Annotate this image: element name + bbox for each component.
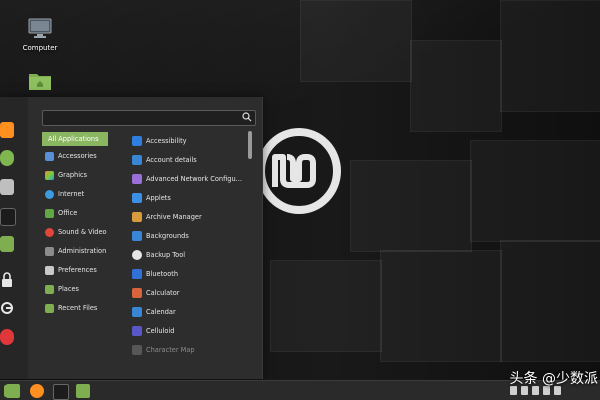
app-label: Backgrounds	[146, 231, 189, 240]
category-label: Internet	[58, 190, 85, 198]
app-account-details[interactable]: Account details	[132, 152, 244, 167]
app-label: Advanced Network Configu...	[146, 174, 242, 183]
app-label: Bluetooth	[146, 269, 179, 278]
app-applets[interactable]: Applets	[132, 190, 244, 205]
desktop-icon-computer[interactable]: Computer	[10, 18, 70, 52]
app-celluloid[interactable]: Celluloid	[132, 323, 244, 338]
category-all-applications[interactable]: All Applications	[42, 132, 108, 146]
software-manager-icon[interactable]	[0, 150, 14, 166]
app-label: Account details	[146, 155, 197, 164]
home-folder-icon	[29, 74, 51, 90]
backgrounds-icon	[132, 230, 142, 241]
category-accessories[interactable]: Accessories	[42, 149, 108, 163]
category-label: Accessories	[58, 152, 97, 160]
category-label: Places	[58, 285, 79, 293]
app-accessibility[interactable]: Accessibility	[132, 133, 244, 148]
lock-icon[interactable]	[0, 272, 14, 288]
sound-video-icon	[45, 227, 54, 237]
category-preferences[interactable]: Preferences	[42, 263, 108, 277]
office-icon	[45, 208, 54, 218]
category-places[interactable]: Places	[42, 282, 108, 296]
app-bluetooth[interactable]: Bluetooth	[132, 266, 244, 281]
category-internet[interactable]: Internet	[42, 187, 108, 201]
places-icon	[45, 284, 54, 294]
watermark: 头条 @少数派	[509, 371, 598, 387]
app-backup-tool[interactable]: Backup Tool	[132, 247, 244, 262]
category-sound-video[interactable]: Sound & Video	[42, 225, 108, 239]
folder-icon[interactable]	[76, 384, 90, 398]
app-label: Accessibility	[146, 136, 187, 145]
archive-manager-icon	[132, 211, 142, 222]
category-label: Administration	[58, 247, 107, 255]
recent-files-icon	[45, 303, 54, 313]
apps-scrollbar[interactable]	[248, 131, 252, 159]
settings-icon[interactable]	[0, 179, 14, 195]
favorites-bar	[0, 97, 28, 379]
power-icon[interactable]	[0, 329, 14, 345]
category-office[interactable]: Office	[42, 206, 108, 220]
internet-icon	[45, 189, 54, 199]
terminal-icon[interactable]	[0, 208, 16, 226]
app-backgrounds[interactable]: Backgrounds	[132, 228, 244, 243]
bluetooth-icon	[132, 268, 142, 279]
desktop-icon-label: Computer	[22, 44, 58, 52]
accessories-icon	[45, 151, 54, 161]
app-label: Archive Manager	[146, 212, 202, 221]
celluloid-icon	[132, 325, 142, 336]
app-label: Character Map	[146, 345, 195, 354]
app-archive-manager[interactable]: Archive Manager	[132, 209, 244, 224]
application-menu: All Applications Accessories Graphics In…	[0, 97, 263, 379]
linux-mint-logo	[257, 128, 341, 214]
search-box[interactable]	[42, 110, 256, 131]
category-recent-files[interactable]: Recent Files	[42, 301, 108, 315]
files-icon[interactable]	[6, 384, 20, 398]
category-label: Office	[58, 209, 78, 217]
account-details-icon	[132, 154, 142, 165]
firefox-icon[interactable]	[30, 384, 44, 398]
preferences-icon	[45, 265, 54, 275]
category-label: All Applications	[48, 135, 99, 143]
firefox-icon[interactable]	[0, 122, 14, 138]
search-icon	[242, 112, 252, 122]
computer-icon	[28, 18, 52, 38]
character-map-icon	[132, 344, 142, 355]
app-character-map[interactable]: Character Map	[132, 342, 244, 357]
network-icon	[132, 173, 142, 184]
calculator-icon	[132, 287, 142, 298]
backup-tool-icon	[132, 249, 142, 260]
app-label: Backup Tool	[146, 250, 186, 259]
accessibility-icon	[132, 135, 142, 146]
category-graphics[interactable]: Graphics	[42, 168, 108, 182]
app-label: Applets	[146, 193, 171, 202]
files-icon[interactable]	[0, 236, 14, 252]
app-label: Celluloid	[146, 326, 175, 335]
app-advanced-network[interactable]: Advanced Network Configu...	[132, 171, 244, 186]
category-label: Graphics	[58, 171, 88, 179]
applets-icon	[132, 192, 142, 203]
search-input[interactable]	[43, 118, 246, 131]
app-calculator[interactable]: Calculator	[132, 285, 244, 300]
app-calendar[interactable]: Calendar	[132, 304, 244, 319]
graphics-icon	[45, 170, 54, 180]
category-label: Preferences	[58, 266, 97, 274]
terminal-icon[interactable]	[53, 384, 69, 400]
desktop-icon-home[interactable]	[10, 70, 70, 94]
calendar-icon	[132, 306, 142, 317]
app-label: Calendar	[146, 307, 176, 316]
category-label: Sound & Video	[58, 228, 107, 236]
app-label: Calculator	[146, 288, 180, 297]
category-label: Recent Files	[58, 304, 98, 312]
category-administration[interactable]: Administration	[42, 244, 108, 258]
administration-icon	[45, 246, 54, 256]
logout-icon[interactable]	[0, 300, 14, 316]
